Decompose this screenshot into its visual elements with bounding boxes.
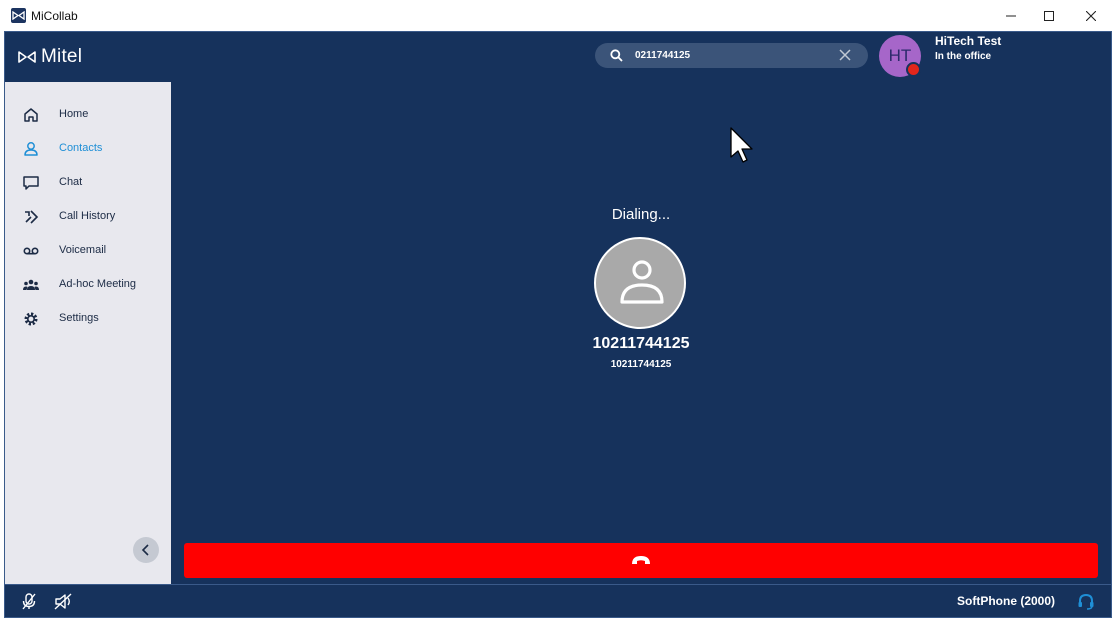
mouse-cursor-icon [730,127,753,163]
sidebar-item-label: Voicemail [59,244,107,256]
user-status[interactable]: In the office [935,51,991,62]
search-box[interactable] [595,43,868,68]
sidebar-item-ad-hoc-meeting[interactable]: Ad-hoc Meeting [5,270,171,300]
sidebar-item-label: Home [59,108,89,120]
chat-icon [23,176,39,190]
maximize-button[interactable] [1026,0,1072,31]
sidebar-item-call-history[interactable]: Call History [5,202,171,232]
mic-muted-icon[interactable] [21,593,37,610]
logo-text: Mitel [41,46,83,67]
presence-indicator [906,62,921,77]
sidebar-item-chat[interactable]: Chat [5,168,171,198]
status-bar: SoftPhone (2000) [5,584,1111,617]
speaker-muted-icon[interactable] [54,593,73,610]
sidebar-item-label: Contacts [59,142,103,154]
contact-avatar [594,237,686,329]
search-input[interactable] [635,46,835,65]
sidebar-item-label: Settings [59,312,99,324]
user-name: HiTech Test [935,34,1002,48]
meeting-icon [23,279,39,290]
sidebar: Home Contacts Chat Call History Voicemai… [5,82,171,584]
contact-person-icon [620,260,664,304]
chevron-left-icon [141,544,149,556]
user-avatar[interactable]: HT [879,35,921,77]
search-icon [610,49,623,62]
minimize-icon [1006,15,1016,16]
sidebar-item-settings[interactable]: Settings [5,304,171,334]
mitel-logo-icon [18,51,36,63]
sidebar-item-voicemail[interactable]: Voicemail [5,236,171,266]
sidebar-item-label: Chat [59,176,83,188]
call-status: Dialing... [611,206,671,223]
window-title: MiCollab [31,9,78,23]
app-frame: Mitel HT HiTech Test In the office Home … [4,31,1112,618]
call-history-icon [25,210,39,224]
app-header: Mitel HT HiTech Test In the office [5,32,1111,81]
collapse-sidebar-button[interactable] [133,537,159,563]
contacts-icon [24,142,38,156]
sidebar-item-home[interactable]: Home [5,100,171,130]
mitel-logo: Mitel [18,46,82,68]
close-icon [1086,10,1096,21]
clear-search-icon[interactable] [839,49,851,61]
maximize-icon [1044,10,1054,21]
micollab-app-icon [11,8,26,23]
contact-name: 10211744125 [592,335,690,352]
softphone-status[interactable]: SoftPhone (2000) [957,594,1055,608]
title-bar: MiCollab [0,0,1116,31]
sidebar-item-label: Ad-hoc Meeting [59,278,137,290]
headset-status-icon[interactable] [1077,593,1095,610]
voicemail-icon [23,247,39,255]
contact-number: 10211744125 [610,359,672,370]
sidebar-item-label: Call History [59,210,116,222]
sidebar-item-contacts[interactable]: Contacts [5,134,171,164]
hang-up-button[interactable] [184,543,1098,578]
call-panel: Dialing... 10211744125 10211744125 [171,82,1111,584]
home-icon [24,108,38,122]
gear-icon [24,312,38,326]
close-window-button[interactable] [1068,0,1114,31]
hang-up-icon [632,556,650,564]
micollab-window: MiCollab Mitel HT HiTech [0,0,1116,622]
